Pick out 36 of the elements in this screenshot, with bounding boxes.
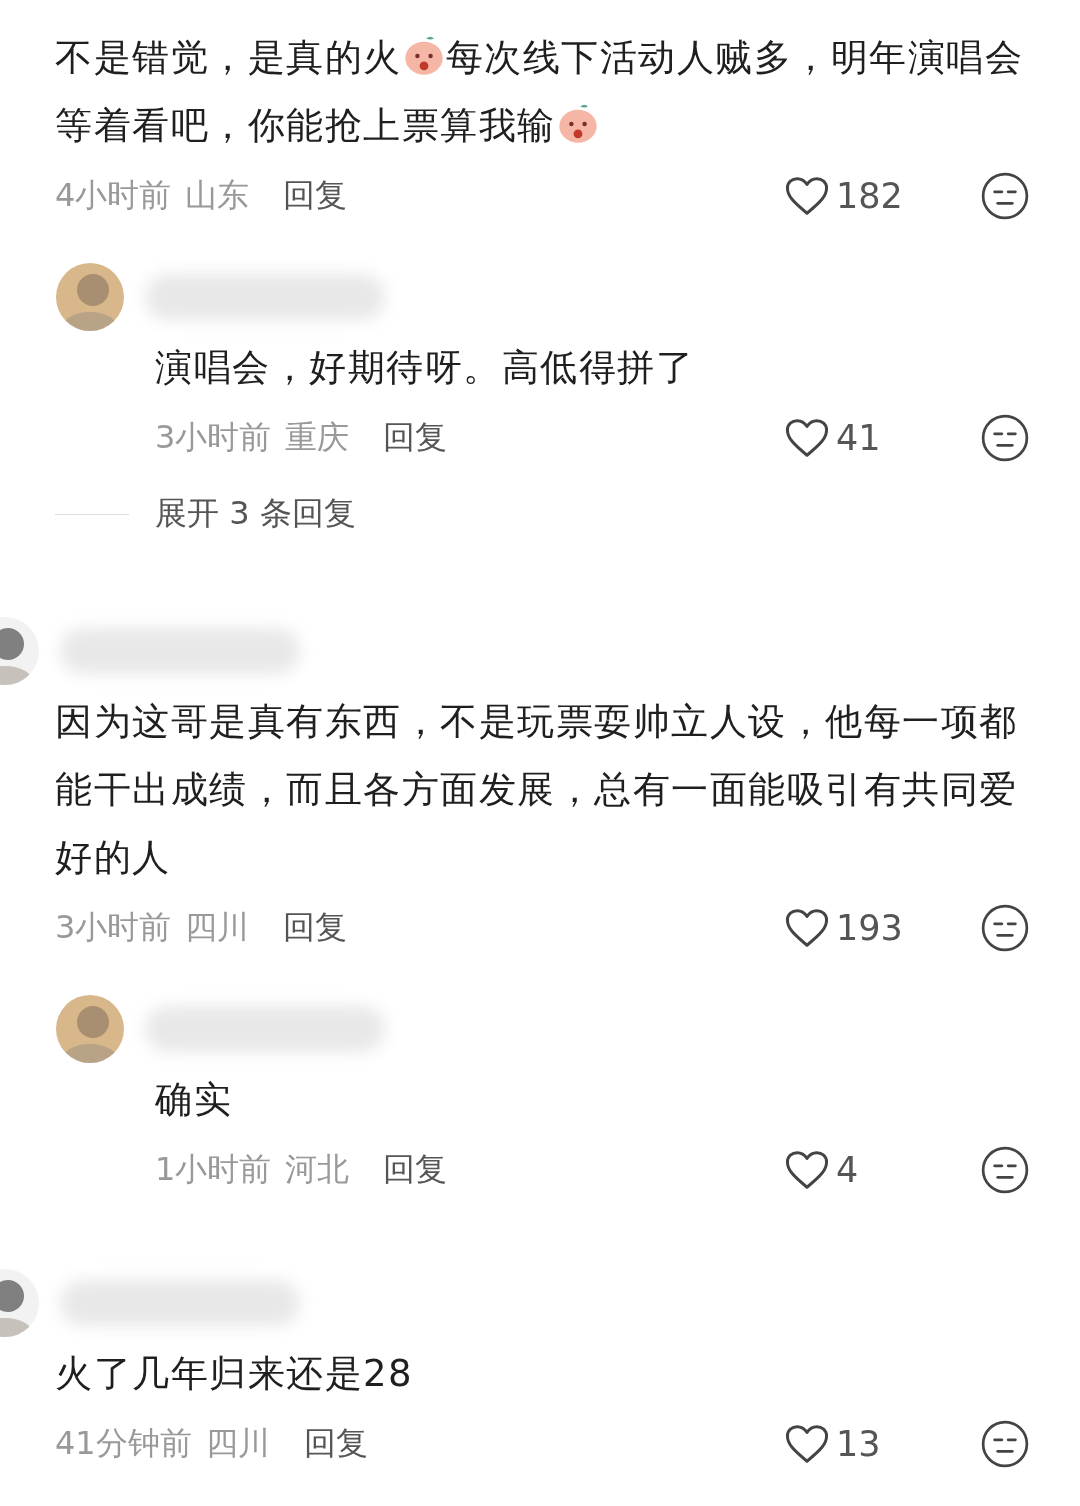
emoji-reaction-icon[interactable]	[980, 171, 1030, 221]
comment-text: 演唱会，好期待呀。高低得拼了	[155, 345, 695, 391]
comment-time: 41分钟前	[55, 1423, 192, 1464]
comment-text: 火了几年归来还是28	[55, 1351, 415, 1397]
comment-location: 四川	[185, 907, 250, 948]
reply-button[interactable]: 回复	[303, 1422, 368, 1466]
comment-time: 3小时前	[55, 907, 172, 948]
emoji-reaction-icon[interactable]	[980, 413, 1030, 463]
reply-button[interactable]: 回复	[283, 174, 348, 218]
like-button[interactable]: 41	[784, 417, 914, 459]
comment-location: 重庆	[285, 417, 350, 458]
comment-text: 确实	[155, 1077, 233, 1123]
comment-time: 4小时前	[55, 175, 172, 216]
reply-button[interactable]: 回复	[283, 906, 348, 950]
expand-replies-button[interactable]: 展开 3 条回复	[155, 492, 356, 536]
like-button[interactable]: 193	[784, 907, 914, 949]
heart-icon	[784, 1423, 830, 1465]
emoji-reaction-icon[interactable]	[980, 1419, 1030, 1469]
comment-location: 河北	[285, 1149, 350, 1190]
like-button[interactable]: 182	[784, 175, 914, 217]
emoji-reaction-icon[interactable]	[980, 1145, 1030, 1195]
comment-text: 不是错觉，是真的火 每次线下活动人贼多，明年演唱会等着看吧，你能抢上票算我输	[55, 33, 1024, 149]
comment-location: 四川	[205, 1423, 270, 1464]
like-button[interactable]: 4	[784, 1149, 914, 1191]
reply-button[interactable]: 回复	[383, 1148, 448, 1192]
heart-icon	[784, 1149, 830, 1191]
comment-text: 因为这哥是真有东西，不是玩票耍帅立人设，他每一项都能干出成绩，而且各方面发展，总有一面能吸引有共同爱好的人	[55, 699, 1019, 881]
emoji-reaction-icon[interactable]	[980, 903, 1030, 953]
like-button[interactable]: 13	[784, 1423, 914, 1465]
reply-button[interactable]: 回复	[383, 416, 448, 460]
heart-icon	[784, 175, 830, 217]
heart-icon	[784, 417, 830, 459]
comment-location: 山东	[185, 175, 250, 216]
comment-time: 1小时前	[155, 1149, 272, 1190]
comment-time: 3小时前	[155, 417, 272, 458]
heart-icon	[784, 907, 830, 949]
